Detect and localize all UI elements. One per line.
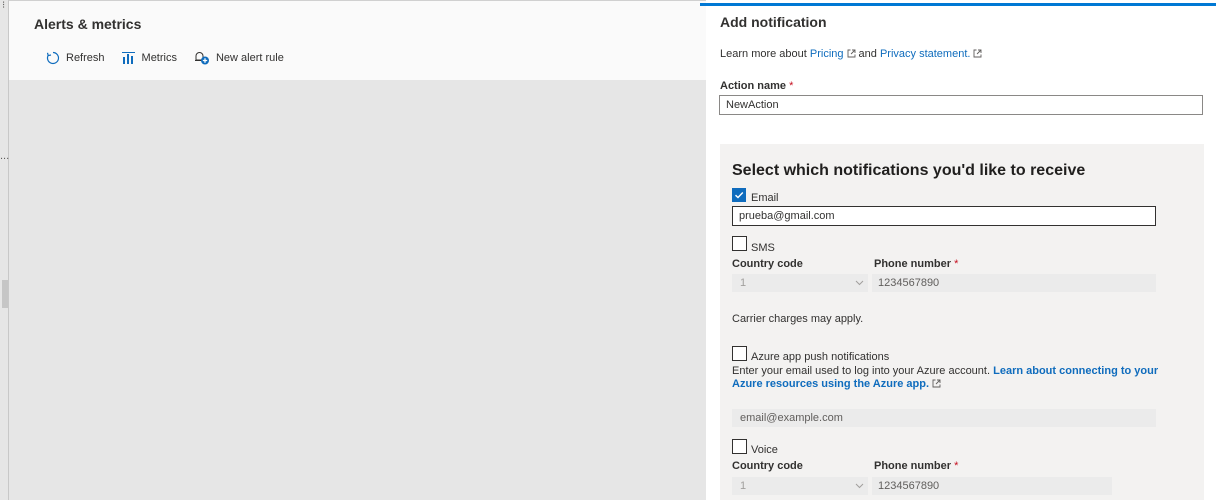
email-checkbox[interactable] bbox=[732, 188, 746, 202]
divider bbox=[8, 0, 9, 500]
voice-phone-number-label-text: Phone number bbox=[874, 460, 952, 472]
refresh-label: Refresh bbox=[66, 52, 105, 64]
voice-phone-number-label: Phone number * bbox=[874, 460, 958, 472]
and-text: and bbox=[858, 48, 877, 60]
carrier-charges-note: Carrier charges may apply. bbox=[732, 313, 864, 325]
email-field[interactable]: prueba@gmail.com bbox=[732, 206, 1156, 226]
alerts-metrics-header bbox=[8, 0, 706, 80]
learn-prefix: Learn more about bbox=[720, 48, 807, 60]
required-marker: * bbox=[954, 258, 959, 270]
alert-rule-add-icon bbox=[194, 52, 209, 65]
push-notifications-label: Azure app push notifications bbox=[751, 351, 890, 363]
sms-phone-number-label-text: Phone number bbox=[874, 258, 952, 270]
new-alert-rule-button[interactable]: New alert rule bbox=[194, 51, 284, 65]
push-description-text: Enter your email used to log into your A… bbox=[732, 365, 991, 377]
metrics-icon bbox=[121, 52, 135, 64]
checkmark-icon bbox=[735, 192, 744, 199]
required-marker: * bbox=[789, 80, 794, 92]
action-name-label: Action name * bbox=[720, 80, 793, 92]
sms-country-code-value: 1 bbox=[740, 277, 747, 289]
voice-country-code-label: Country code bbox=[732, 460, 803, 472]
toolbar: Refresh Metrics New alert rule bbox=[46, 51, 301, 65]
divider bbox=[8, 0, 706, 1]
sms-checkbox[interactable] bbox=[732, 236, 747, 251]
sms-phone-number-input[interactable]: 1234567890 bbox=[872, 274, 1156, 292]
voice-checkbox[interactable] bbox=[732, 439, 747, 454]
voice-label: Voice bbox=[751, 444, 778, 456]
scrollbar-thumb[interactable] bbox=[2, 280, 8, 308]
external-link-icon bbox=[847, 49, 855, 58]
email-label: Email bbox=[751, 192, 779, 204]
required-marker: * bbox=[954, 460, 959, 472]
page-title: Alerts & metrics bbox=[34, 16, 142, 32]
voice-country-code-select[interactable]: 1 bbox=[732, 477, 868, 495]
new-alert-rule-label: New alert rule bbox=[215, 52, 284, 64]
sms-country-code-label: Country code bbox=[732, 258, 803, 270]
privacy-statement-link[interactable]: Privacy statement. bbox=[880, 48, 970, 60]
notifications-heading: Select which notifications you'd like to… bbox=[732, 162, 1086, 179]
sms-phone-number-label: Phone number * bbox=[874, 258, 958, 270]
metrics-label: Metrics bbox=[141, 52, 177, 64]
refresh-button[interactable]: Refresh bbox=[46, 51, 105, 65]
pricing-link[interactable]: Pricing bbox=[810, 48, 844, 60]
voice-phone-number-input[interactable]: 1234567890 bbox=[872, 477, 1112, 495]
chevron-down-icon bbox=[855, 483, 864, 489]
panel-title: Add notification bbox=[720, 14, 827, 30]
collapse-ellipsis[interactable]: ... bbox=[0, 150, 9, 162]
metrics-button[interactable]: Metrics bbox=[121, 51, 177, 65]
action-name-label-text: Action name bbox=[720, 80, 787, 92]
action-name-input[interactable]: NewAction bbox=[719, 95, 1203, 115]
resize-handle-icon[interactable]: ⁝ bbox=[2, 0, 5, 11]
voice-country-code-value: 1 bbox=[740, 480, 747, 492]
external-link-icon bbox=[932, 379, 941, 388]
refresh-icon bbox=[46, 51, 60, 65]
sms-label: SMS bbox=[751, 242, 775, 254]
external-link-icon bbox=[973, 49, 982, 58]
learn-more-text: Learn more about Pricing and Privacy stat… bbox=[720, 48, 985, 60]
push-notifications-checkbox[interactable] bbox=[732, 346, 747, 361]
push-description: Enter your email used to log into your A… bbox=[732, 365, 1172, 391]
sms-country-code-select[interactable]: 1 bbox=[732, 274, 868, 292]
chevron-down-icon bbox=[855, 280, 864, 286]
accent-bar bbox=[700, 3, 1216, 6]
push-email-input[interactable]: email@example.com bbox=[732, 409, 1156, 427]
